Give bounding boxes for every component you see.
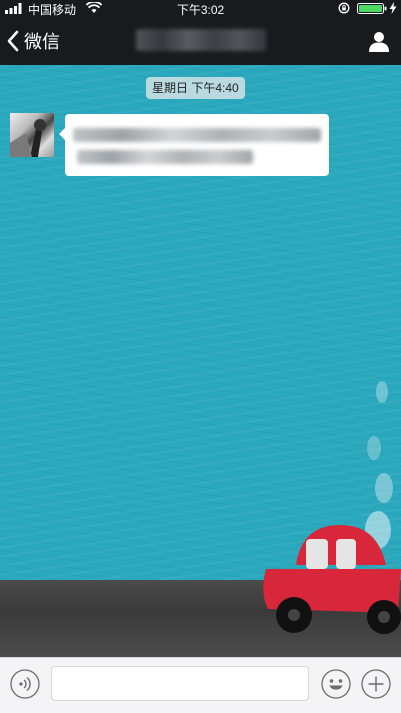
obscured-message-line	[77, 150, 253, 164]
plus-icon[interactable]	[361, 669, 391, 699]
emoji-icon[interactable]	[321, 669, 351, 699]
chat-title	[0, 29, 401, 53]
avatar-image	[10, 119, 46, 157]
obscured-message-line	[73, 128, 321, 142]
battery-icon	[357, 3, 387, 14]
person-icon[interactable]	[367, 29, 391, 53]
chat-timestamp: 星期日 下午4:40	[146, 77, 245, 99]
avatar[interactable]	[10, 113, 54, 157]
message-bubble[interactable]	[59, 114, 329, 176]
red-car-illustration	[263, 525, 401, 634]
input-bar	[0, 657, 401, 713]
voice-icon[interactable]	[10, 669, 40, 699]
message-input[interactable]	[51, 666, 309, 701]
orientation-lock-icon	[338, 2, 350, 14]
obscured-title	[135, 29, 266, 51]
status-bar: 中国移动 下午3:02	[0, 0, 401, 17]
nav-bar: 微信	[0, 17, 401, 65]
charging-icon	[389, 2, 397, 14]
chat-area[interactable]: 星期日 下午4:40	[0, 65, 401, 657]
